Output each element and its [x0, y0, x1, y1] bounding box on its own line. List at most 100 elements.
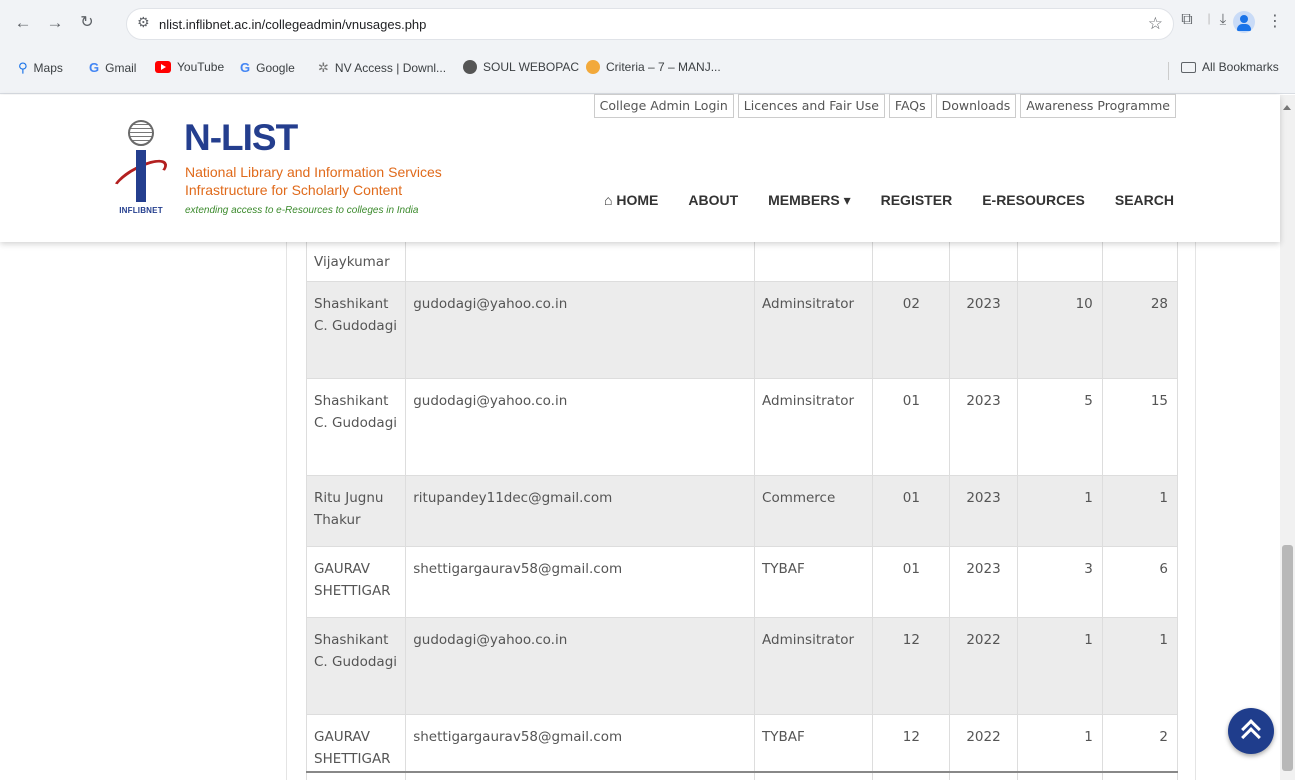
cell-department: Adminsitrator: [754, 617, 874, 715]
cell-year: 2023: [949, 378, 1018, 476]
favicon-icon: [586, 60, 600, 74]
inflibnet-logo[interactable]: INFLIBNET: [108, 120, 172, 220]
cell-count-b: 28: [1101, 281, 1179, 379]
cell-department: Commerce: [754, 475, 874, 547]
site-header: INFLIBNET N-LIST National Library and In…: [0, 94, 1280, 242]
bookmark-google[interactable]: G Google: [240, 60, 295, 75]
main-nav: ⌂ HOME ABOUT MEMBERS ▾ REGISTER E-RESOUR…: [574, 192, 1174, 209]
cell-year: [949, 236, 1018, 282]
cell-month: 01: [872, 378, 951, 476]
awareness-programme-link[interactable]: Awareness Programme: [1020, 94, 1176, 118]
nav-about[interactable]: ABOUT: [688, 192, 738, 209]
nav-home[interactable]: ⌂ HOME: [604, 192, 658, 209]
page-scrollbar[interactable]: [1280, 95, 1295, 780]
cell-name: Vijaykumar: [305, 236, 407, 282]
licences-link[interactable]: Licences and Fair Use: [737, 94, 885, 118]
download-icon[interactable]: ⤓: [1212, 11, 1234, 28]
bookmarks-divider: [1168, 62, 1169, 80]
scroll-up-arrow-icon[interactable]: [1283, 105, 1291, 110]
bookmark-nvaccess[interactable]: ✲ NV Access | Downl...: [318, 60, 446, 76]
all-bookmarks[interactable]: All Bookmarks: [1181, 60, 1279, 74]
bookmark-gmail[interactable]: G Gmail: [89, 60, 136, 75]
site-title[interactable]: N-LIST: [184, 117, 298, 159]
url-text[interactable]: nlist.inflibnet.ac.in/collegeadmin/vnusa…: [159, 17, 426, 32]
table-row: Shashikant C. Gudodagi gudodagi@yahoo.co…: [305, 617, 1179, 715]
browser-chrome: ← → ↻ ⚙ nlist.inflibnet.ac.in/collegeadm…: [0, 0, 1295, 94]
cell-count-b: 1: [1101, 617, 1179, 715]
cell-year: 2023: [949, 475, 1018, 547]
table-bottom-border: [306, 771, 1178, 773]
usage-table-container: Vijaykumar Shashikant C. Gudodagi gudoda…: [286, 236, 1196, 780]
cell-year: 2022: [949, 617, 1018, 715]
cell-department: Adminsitrator: [754, 378, 874, 476]
cell-name: Shashikant C. Gudodagi: [305, 617, 407, 715]
site-subtitle-1: National Library and Information Service…: [185, 164, 442, 180]
logo-word: INFLIBNET: [119, 206, 163, 215]
address-bar[interactable]: ⚙ nlist.inflibnet.ac.in/collegeadmin/vnu…: [126, 8, 1174, 40]
cell-count-a: 10: [1016, 281, 1103, 379]
bookmark-maps[interactable]: ⚲ Maps: [18, 60, 63, 76]
cell-count-a: 1: [1016, 475, 1103, 547]
extensions-icon[interactable]: ⧉: [1176, 11, 1198, 29]
usage-table: Vijaykumar Shashikant C. Gudodagi gudoda…: [305, 236, 1179, 780]
reload-icon[interactable]: ↻: [74, 10, 100, 36]
cell-count-b: 6: [1101, 546, 1179, 618]
map-pin-icon: ⚲: [18, 60, 28, 75]
scrollbar-thumb[interactable]: [1282, 545, 1293, 771]
youtube-icon: [155, 61, 171, 73]
cell-email: gudodagi@yahoo.co.in: [405, 617, 756, 715]
cell-count-a: [1016, 236, 1103, 282]
cell-count-a: 5: [1016, 378, 1103, 476]
back-arrow-icon[interactable]: ←: [10, 10, 36, 36]
college-admin-login-link[interactable]: College Admin Login: [593, 94, 734, 118]
globe-icon: [463, 60, 477, 74]
faqs-link[interactable]: FAQs: [888, 94, 932, 118]
forward-arrow-icon[interactable]: →: [42, 10, 68, 36]
bookmark-criteria[interactable]: Criteria – 7 – MANJ...: [586, 60, 721, 74]
cell-email: ritupandey11dec@gmail.com: [405, 475, 756, 547]
cell-name: Shashikant C. Gudodagi: [305, 378, 407, 476]
cell-count-a: 3: [1016, 546, 1103, 618]
cell-month: 01: [872, 546, 951, 618]
table-row: Vijaykumar: [305, 236, 1179, 282]
address-row: ← → ↻ ⚙ nlist.inflibnet.ac.in/collegeadm…: [0, 0, 1295, 48]
cell-month: 02: [872, 281, 951, 379]
cell-count-a: 1: [1016, 617, 1103, 715]
cell-year: 2023: [949, 281, 1018, 379]
downloads-link[interactable]: Downloads: [935, 94, 1017, 118]
google-icon: G: [89, 60, 100, 75]
bookmarks-bar: ⚲ Maps G Gmail YouTube G Google ✲ NV Access …: [0, 48, 1295, 94]
bookmark-youtube[interactable]: YouTube: [155, 60, 224, 74]
cell-email: gudodagi@yahoo.co.in: [405, 378, 756, 476]
cell-name: GAURAV SHETTIGAR: [305, 546, 407, 618]
menu-icon[interactable]: ⋮: [1264, 11, 1286, 31]
nav-register[interactable]: REGISTER: [881, 192, 953, 209]
cell-department: Adminsitrator: [754, 281, 874, 379]
star-icon[interactable]: ☆: [1148, 14, 1163, 34]
google-icon: G: [240, 60, 251, 75]
cell-count-b: 1: [1101, 475, 1179, 547]
cell-department: TYBAF: [754, 546, 874, 618]
table-row: Shashikant C. Gudodagi gudodagi@yahoo.co…: [305, 281, 1179, 379]
cell-name: Ritu Jugnu Thakur: [305, 475, 407, 547]
cell-month: 01: [872, 475, 951, 547]
bookmark-soul-webopac[interactable]: SOUL WEBOPAC: [463, 60, 579, 74]
cell-count-b: 15: [1101, 378, 1179, 476]
cell-month: [872, 236, 951, 282]
caret-down-icon: ▾: [839, 192, 851, 208]
logo-pillar: [136, 150, 146, 202]
folder-icon: [1181, 61, 1196, 73]
back-to-top-button[interactable]: [1228, 708, 1274, 754]
nav-members[interactable]: MEMBERS ▾: [768, 192, 850, 209]
cell-name: Shashikant C. Gudodagi: [305, 281, 407, 379]
gear-icon: ✲: [318, 60, 329, 75]
site-info-icon[interactable]: ⚙: [137, 14, 150, 31]
profile-icon[interactable]: [1233, 11, 1255, 33]
table-row: Shashikant C. Gudodagi gudodagi@yahoo.co…: [305, 378, 1179, 476]
nav-search[interactable]: SEARCH: [1115, 192, 1174, 209]
nav-e-resources[interactable]: E-RESOURCES: [982, 192, 1085, 209]
table-row: Ritu Jugnu Thakur ritupandey11dec@gmail.…: [305, 475, 1179, 547]
cell-year: 2023: [949, 546, 1018, 618]
cell-email: gudodagi@yahoo.co.in: [405, 281, 756, 379]
site-subtitle-2: Infrastructure for Scholarly Content: [185, 182, 403, 198]
